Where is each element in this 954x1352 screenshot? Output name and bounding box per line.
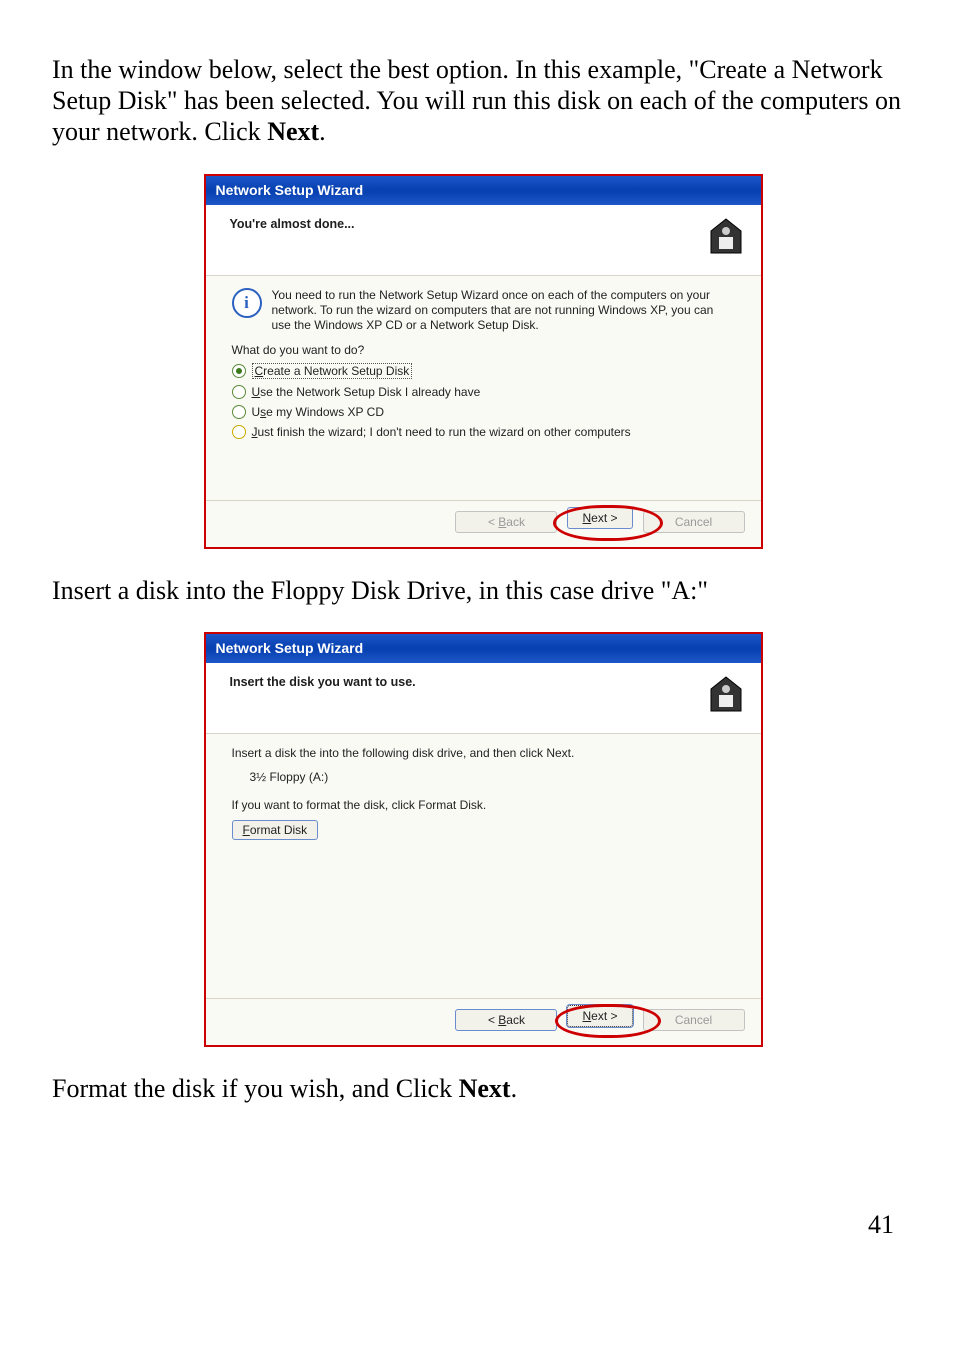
dialog1-question: What do you want to do? [232, 343, 735, 357]
radio-just-finish[interactable]: Just finish the wizard; I don't need to … [232, 425, 735, 439]
radio-icon [232, 425, 246, 439]
middle-paragraph: Insert a disk into the Floppy Disk Drive… [52, 575, 914, 606]
closing-text: Format the disk if you wish, and Click [52, 1074, 459, 1103]
network-setup-wizard-dialog-2: Network Setup Wizard Insert the disk you… [204, 632, 763, 1047]
cancel-button[interactable]: Cancel [643, 511, 745, 533]
intro-tail: . [319, 117, 326, 146]
intro-bold: Next [267, 117, 319, 146]
radio-label: Use the Network Setup Disk I already hav… [252, 385, 481, 399]
closing-paragraph: Format the disk if you wish, and Click N… [52, 1073, 914, 1104]
dialog1-info-text: You need to run the Network Setup Wizard… [272, 288, 735, 333]
closing-tail: . [511, 1074, 518, 1103]
radio-icon [232, 364, 246, 378]
intro-paragraph: In the window below, select the best opt… [52, 54, 914, 148]
cancel-button[interactable]: Cancel [643, 1009, 745, 1031]
radio-label: Create a Network Setup Disk [252, 363, 413, 379]
dialog2-header: Insert the disk you want to use. [230, 673, 416, 689]
back-button[interactable]: < Back [455, 511, 557, 533]
format-disk-button[interactable]: Format Disk [232, 820, 319, 840]
radio-use-existing-disk[interactable]: Use the Network Setup Disk I already hav… [232, 385, 735, 399]
dialog2-drive: 3½ Floppy (A:) [250, 770, 735, 784]
dialog2-line1: Insert a disk the into the following dis… [232, 746, 735, 760]
radio-label: Just finish the wizard; I don't need to … [252, 425, 631, 439]
page-number: 41 [0, 1170, 954, 1270]
radio-icon [232, 405, 246, 419]
dialog1-titlebar: Network Setup Wizard [206, 176, 761, 205]
intro-text: In the window below, select the best opt… [52, 55, 901, 146]
radio-create-setup-disk[interactable]: Create a Network Setup Disk [232, 363, 735, 379]
network-house-icon [705, 673, 747, 715]
dialog1-header: You're almost done... [230, 215, 355, 231]
dialog2-titlebar: Network Setup Wizard [206, 634, 761, 663]
closing-bold: Next [459, 1074, 511, 1103]
radio-icon [232, 385, 246, 399]
network-house-icon [705, 215, 747, 257]
next-button[interactable]: Next > [567, 1005, 632, 1027]
radio-use-windows-xp-cd[interactable]: Use my Windows XP CD [232, 405, 735, 419]
info-icon: i [232, 288, 262, 318]
dialog2-line2: If you want to format the disk, click Fo… [232, 798, 735, 812]
radio-label: Use my Windows XP CD [252, 405, 384, 419]
next-button[interactable]: Next > [567, 507, 632, 529]
network-setup-wizard-dialog-1: Network Setup Wizard You're almost done.… [204, 174, 763, 549]
back-button[interactable]: < Back [455, 1009, 557, 1031]
